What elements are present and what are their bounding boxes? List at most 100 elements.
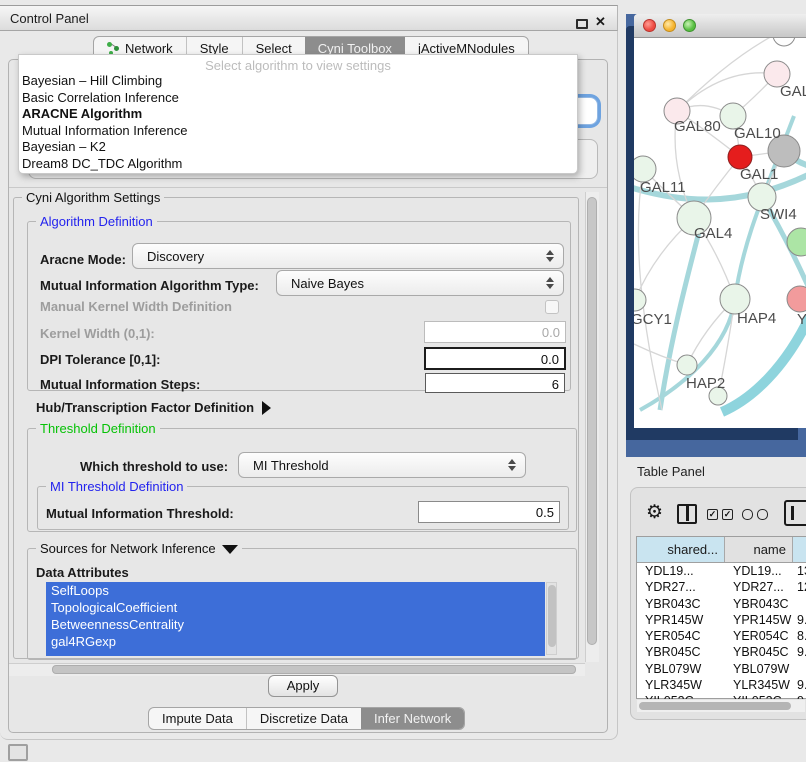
data-attributes-list: SelfLoops TopologicalCoefficient Between…: [46, 582, 558, 656]
close-traffic-light-button[interactable]: [643, 19, 656, 32]
network-node[interactable]: [677, 355, 697, 375]
list-item[interactable]: SelfLoops: [46, 582, 545, 599]
manual-kernel-width-checkbox[interactable]: [545, 300, 559, 314]
gear-icon[interactable]: ⚙: [646, 501, 663, 524]
network-node[interactable]: [787, 286, 806, 312]
node-label: HAP4: [737, 310, 776, 327]
algorithm-option[interactable]: Bayesian – Hill Climbing: [19, 73, 577, 90]
mi-algorithm-type-label: Mutual Information Algorithm Type:: [40, 278, 259, 293]
algorithm-definition-title: Algorithm Definition: [36, 214, 157, 229]
aracne-mode-combobox[interactable]: Discovery: [132, 243, 564, 269]
network-view-window[interactable]: GAL GAL80 GAL10 GAL1 GAL11 SWI4 GAL4 GCY…: [634, 14, 806, 428]
window-close-icon[interactable]: ✕: [595, 14, 606, 30]
expand-right-icon: [262, 401, 271, 415]
algorithm-dropdown-placeholder: Select algorithm to view settings: [19, 55, 577, 73]
table-row[interactable]: YIL052C YIL052C 9: [637, 693, 806, 699]
column-header-partial[interactable]: [793, 537, 806, 562]
table-row[interactable]: YBL079W YBL079W: [637, 661, 806, 677]
network-window-titlebar[interactable]: [634, 14, 806, 38]
mi-threshold-definition-title: MI Threshold Definition: [46, 479, 187, 494]
sources-title[interactable]: Sources for Network Inference: [36, 541, 242, 556]
table-header-row: shared... name: [637, 537, 806, 563]
control-panel-titlebar[interactable]: Control Panel ✕: [0, 5, 618, 31]
tab-infer-network[interactable]: Infer Network: [361, 708, 464, 729]
checked-checkbox-icon[interactable]: ✓: [707, 509, 718, 520]
algorithm-option[interactable]: Dream8 DC_TDC Algorithm: [19, 156, 577, 173]
combo-stepper-icon: [546, 250, 554, 262]
apply-button[interactable]: Apply: [268, 675, 338, 697]
checked-checkbox-icon[interactable]: ✓: [722, 509, 733, 520]
unchecked-checkbox-icon[interactable]: [757, 509, 768, 520]
column-header-shared-name[interactable]: shared...: [637, 537, 725, 562]
table-row[interactable]: YPR145W YPR145W 9.: [637, 612, 806, 628]
algorithm-option-highlighted[interactable]: ARACNE Algorithm: [19, 106, 577, 123]
which-threshold-label: Which threshold to use:: [80, 459, 228, 474]
tab-discretize-data[interactable]: Discretize Data: [246, 708, 361, 729]
threshold-definition-title: Threshold Definition: [36, 421, 160, 436]
aracne-mode-label: Aracne Mode:: [40, 252, 126, 267]
screen: Control Panel ✕ Network Style Select Cyn…: [0, 0, 806, 762]
node-label: HAP2: [686, 375, 725, 392]
node-label: GAL4: [694, 225, 732, 242]
table-body: YDL19... YDL19... 13 YDR27... YDR27... 1…: [637, 563, 806, 699]
list-item[interactable]: gal4RGexp: [46, 633, 545, 650]
list-item[interactable]: BetweennessCentrality: [46, 616, 545, 633]
network-canvas[interactable]: GAL GAL80 GAL10 GAL1 GAL11 SWI4 GAL4 GCY…: [634, 38, 806, 428]
settings-horizontal-scrollbar-thumb[interactable]: [52, 665, 576, 674]
cyni-algorithm-settings-title: Cyni Algorithm Settings: [22, 190, 164, 205]
algorithm-option[interactable]: Mutual Information Inference: [19, 123, 577, 140]
mi-threshold-field[interactable]: 0.5: [418, 501, 560, 523]
node-label: GAL: [780, 83, 806, 100]
table-row[interactable]: YLR345W YLR345W 9.: [637, 677, 806, 693]
combo-stepper-icon: [508, 459, 516, 471]
algorithm-option[interactable]: Bayesian – K2: [19, 139, 577, 156]
node-label: GAL11: [640, 179, 686, 196]
mi-algorithm-type-combobox[interactable]: Naive Bayes: [276, 270, 564, 296]
node-label: GAL1: [740, 166, 778, 183]
kernel-width-field[interactable]: 0.0: [424, 321, 566, 343]
data-attributes-label: Data Attributes: [36, 565, 129, 580]
which-threshold-combobox[interactable]: MI Threshold: [238, 452, 526, 478]
minimize-traffic-light-button[interactable]: [663, 19, 676, 32]
network-node[interactable]: [773, 38, 795, 46]
table-panel-title: Table Panel: [637, 464, 705, 479]
table-row[interactable]: YDR27... YDR27... 12: [637, 579, 806, 595]
table-row[interactable]: YDL19... YDL19... 13: [637, 563, 806, 579]
window-float-icon[interactable]: [576, 19, 588, 29]
node-label: GAL10: [734, 125, 781, 142]
panel-separator: [9, 187, 607, 188]
settings-vertical-scrollbar-thumb[interactable]: [587, 197, 597, 645]
new-table-icon[interactable]: [784, 500, 806, 526]
minimized-panel-icon[interactable]: [8, 744, 28, 761]
network-node[interactable]: [634, 289, 646, 311]
control-panel-title: Control Panel: [10, 11, 89, 27]
zoom-traffic-light-button[interactable]: [683, 19, 696, 32]
combo-stepper-icon: [546, 277, 554, 289]
table-row[interactable]: YBR043C YBR043C: [637, 596, 806, 612]
columns-icon[interactable]: [677, 504, 697, 524]
table-horizontal-scrollbar-thumb[interactable]: [639, 702, 791, 710]
node-label: SWI4: [760, 206, 797, 223]
table-row[interactable]: YBR045C YBR045C 9.: [637, 644, 806, 660]
unchecked-checkbox-icon[interactable]: [742, 509, 753, 520]
dpi-tolerance-field[interactable]: 0.0: [424, 347, 566, 370]
collapse-down-icon: [222, 545, 238, 554]
table-row[interactable]: YER054C YER054C 8.: [637, 628, 806, 644]
algorithm-dropdown-popup: Select algorithm to view settings Bayesi…: [18, 54, 578, 174]
edge: [638, 169, 662, 410]
list-item[interactable]: [46, 650, 545, 656]
hub-definition-expander[interactable]: Hub/Transcription Factor Definition: [36, 400, 271, 415]
tab-impute-data[interactable]: Impute Data: [149, 708, 246, 729]
attribute-list-scrollbar-thumb[interactable]: [548, 585, 556, 647]
mi-threshold-label: Mutual Information Threshold:: [46, 506, 234, 521]
list-item[interactable]: TopologicalCoefficient: [46, 599, 545, 616]
bottom-tabbar: Impute Data Discretize Data Infer Networ…: [148, 707, 465, 730]
mi-steps-label: Mutual Information Steps:: [40, 377, 200, 392]
node-label: GAL80: [674, 118, 721, 135]
mi-steps-field[interactable]: 6: [425, 373, 565, 393]
node-table: shared... name YDL19... YDL19... 13 YDR2…: [636, 536, 806, 699]
algorithm-option[interactable]: Basic Correlation Inference: [19, 90, 577, 107]
kernel-width-label: Kernel Width (0,1):: [40, 326, 155, 341]
column-header-name[interactable]: name: [725, 537, 793, 562]
network-icon: [107, 42, 120, 55]
